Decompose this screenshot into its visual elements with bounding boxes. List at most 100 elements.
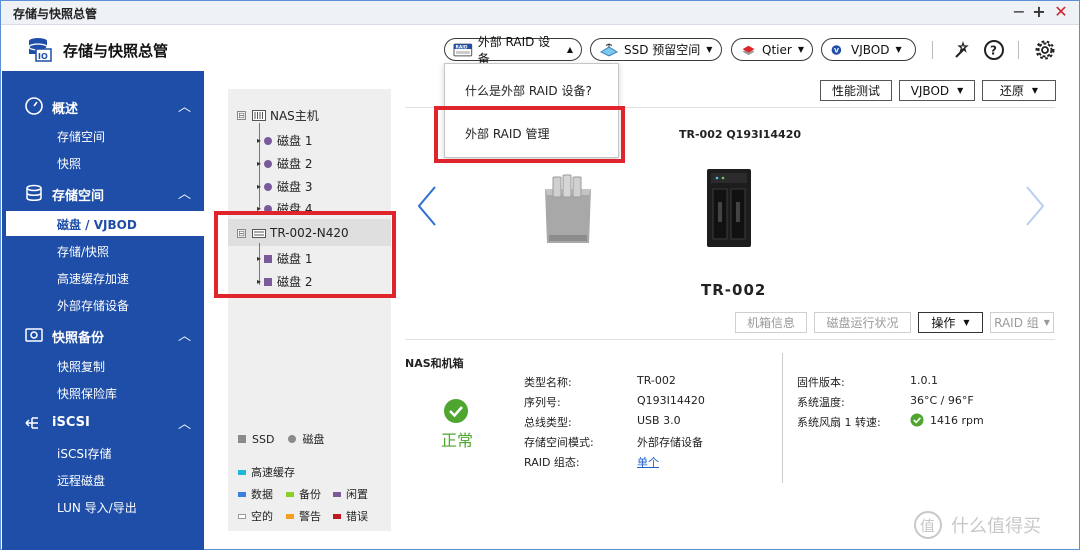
device-header-label: TR-002 Q193I14420 bbox=[679, 128, 802, 141]
caret-down-icon: ▼ bbox=[1031, 86, 1039, 95]
vjbod-header-label: VJBOD bbox=[851, 42, 890, 57]
wand-icon[interactable] bbox=[951, 39, 973, 61]
sidebar-item-lun-import-export[interactable]: LUN 导入/导出 bbox=[2, 494, 204, 519]
carousel-prev-arrow[interactable] bbox=[411, 181, 441, 231]
caret-right-icon: ▸ bbox=[257, 159, 262, 168]
sidebar-item-cache-acceleration[interactable]: 高速缓存加速 bbox=[2, 265, 204, 290]
sidebar-section-overview[interactable]: 概述 ︿ bbox=[2, 93, 204, 119]
legend-swatch bbox=[333, 513, 341, 519]
info-section-title: NAS和机箱 bbox=[405, 357, 464, 370]
watermark: 值 什么值得买 bbox=[913, 510, 1041, 540]
sidebar-item-snapshot-vault[interactable]: 快照保险库 bbox=[2, 380, 204, 405]
caret-down-icon: ▼ bbox=[1043, 318, 1050, 327]
sidebar-item-snapshot[interactable]: 快照 bbox=[2, 150, 204, 175]
sidebar-item-disks-vjbod[interactable]: 磁盘 / VJBOD bbox=[2, 211, 204, 236]
collapse-toggle-icon[interactable]: ⊟ bbox=[237, 111, 246, 120]
sidebar-item-remote-disk[interactable]: 远程磁盘 bbox=[2, 467, 204, 492]
disk-health-button[interactable]: 磁盘运行状况 bbox=[814, 312, 911, 333]
enclosure-info-button[interactable]: 机箱信息 bbox=[735, 312, 807, 333]
svg-text:RAID: RAID bbox=[455, 44, 467, 50]
help-icon[interactable]: ? bbox=[983, 39, 1005, 61]
svg-text:IO: IO bbox=[38, 52, 48, 61]
info-value-bus-type: USB 3.0 bbox=[637, 414, 681, 427]
ssd-label: SSD 预留空间 bbox=[624, 43, 701, 57]
tree-disk-nas-2[interactable]: ▸ 磁盘 2 bbox=[257, 155, 312, 172]
database-icon bbox=[26, 184, 42, 201]
raid-group-button[interactable]: RAID 组 ▼ bbox=[990, 312, 1054, 333]
svg-text:值: 值 bbox=[920, 517, 935, 535]
status-ok-icon bbox=[444, 399, 468, 423]
snapshot-backup-icon bbox=[25, 328, 43, 342]
window-title: 存储与快照总管 bbox=[13, 7, 98, 21]
nas-host-image[interactable] bbox=[539, 171, 597, 249]
nas-server-icon bbox=[252, 110, 266, 121]
legend-warning: 警告 bbox=[286, 508, 321, 524]
restore-button[interactable]: 还原 ▼ bbox=[982, 80, 1056, 101]
legend-cache: 高速缓存 bbox=[238, 464, 295, 480]
sidebar-item-snapshot-replica[interactable]: 快照复制 bbox=[2, 353, 204, 378]
legend-types: SSD 磁盘 bbox=[238, 431, 324, 447]
highlight-box-tr-002 bbox=[214, 211, 396, 298]
sidebar-section-snapshot-backup[interactable]: 快照备份 ︿ bbox=[2, 322, 204, 348]
tr-002-enclosure-image[interactable] bbox=[705, 167, 753, 251]
sidebar-item-iscsi-storage[interactable]: iSCSI存储 bbox=[2, 440, 204, 465]
legend-swatch bbox=[238, 469, 246, 475]
sidebar-item-storage-space[interactable]: 存储空间 bbox=[2, 123, 204, 148]
performance-test-button[interactable]: 性能测试 bbox=[820, 80, 892, 101]
tree-disk-nas-3[interactable]: ▸ 磁盘 3 bbox=[257, 178, 312, 195]
sidebar-item-external-storage[interactable]: 外部存储设备 bbox=[2, 292, 204, 317]
ssd-overprovision-button[interactable]: SSD 预留空间 ▼ bbox=[590, 38, 722, 61]
chevron-down-icon: ▼ bbox=[706, 45, 713, 54]
vjbod-button[interactable]: VJBOD ▼ bbox=[899, 80, 975, 101]
hdd-dot-icon bbox=[264, 136, 273, 145]
legend-backup: 备份 bbox=[286, 486, 321, 502]
info-value-fan-speed: 1416 rpm bbox=[930, 414, 984, 427]
info-key-fan-speed: 系统风扇 1 转速: bbox=[797, 416, 881, 429]
external-raid-button[interactable]: RAID 外部 RAID 设备 ▲ bbox=[444, 35, 582, 66]
sidebar-section-label: 概述 bbox=[52, 102, 79, 117]
info-value-model: TR-002 bbox=[637, 374, 676, 387]
maximize-button[interactable]: + bbox=[1029, 2, 1049, 22]
app-title: 存储与快照总管 bbox=[63, 42, 169, 60]
sidebar: 概述 ︿ 存储空间 快照 存储空间 ︿ 磁盘 / VJBOD 存储/快照 高速缓… bbox=[2, 71, 204, 550]
legend-swatch bbox=[286, 491, 294, 497]
chevron-down-icon: ▼ bbox=[895, 45, 902, 54]
info-key-temperature: 系统温度: bbox=[797, 396, 845, 409]
sidebar-section-label: 存储空间 bbox=[52, 189, 105, 204]
action-button[interactable]: 操作 ▼ bbox=[918, 312, 983, 333]
legend-swatch bbox=[238, 513, 246, 519]
title-bar: 存储与快照总管 − + ✕ bbox=[1, 1, 1079, 25]
menu-item-what-is-external-raid[interactable]: 什么是外部 RAID 设备? bbox=[465, 82, 592, 99]
iscsi-icon bbox=[25, 417, 38, 429]
tree-node-nas-host[interactable]: ⊟ NAS主机 bbox=[237, 107, 319, 124]
highlight-box-raid-management bbox=[434, 106, 625, 163]
sidebar-section-label: iSCSI bbox=[52, 415, 90, 430]
sidebar-section-storage[interactable]: 存储空间 ︿ bbox=[2, 180, 204, 206]
chevron-up-icon: ︿ bbox=[178, 187, 192, 202]
device-name: TR-002 bbox=[701, 281, 767, 299]
gear-icon[interactable] bbox=[1034, 39, 1056, 61]
raid-config-link[interactable]: 单个 bbox=[637, 454, 659, 470]
close-button[interactable]: ✕ bbox=[1051, 2, 1071, 22]
caret-up-icon: ▲ bbox=[566, 45, 573, 54]
chevron-up-icon: ︿ bbox=[178, 417, 192, 432]
legend-swatch bbox=[286, 513, 294, 519]
tree-disk-nas-1[interactable]: ▸ 磁盘 1 bbox=[257, 132, 312, 149]
minimize-button[interactable]: − bbox=[1009, 2, 1029, 22]
carousel-next-arrow[interactable] bbox=[1021, 181, 1051, 231]
legend-swatch bbox=[238, 491, 246, 497]
raid-device-icon: RAID bbox=[453, 43, 473, 56]
legend-data: 数据 bbox=[238, 486, 273, 502]
svg-text:?: ? bbox=[990, 44, 997, 58]
hdd-dot-icon bbox=[264, 182, 273, 191]
sidebar-section-iscsi[interactable]: iSCSI ︿ bbox=[2, 410, 204, 436]
info-key-storage-mode: 存储空间模式: bbox=[524, 436, 594, 449]
storage-app-icon: IO bbox=[28, 38, 52, 62]
qtier-button[interactable]: Qtier ▼ bbox=[731, 38, 813, 61]
header-divider bbox=[932, 41, 933, 59]
ssd-icon bbox=[599, 42, 619, 57]
info-value-serial: Q193I14420 bbox=[637, 394, 705, 407]
sidebar-item-storage-snapshots[interactable]: 存储/快照 bbox=[2, 238, 204, 263]
info-divider bbox=[782, 353, 783, 483]
vjbod-header-button[interactable]: V VJBOD ▼ bbox=[821, 38, 916, 61]
